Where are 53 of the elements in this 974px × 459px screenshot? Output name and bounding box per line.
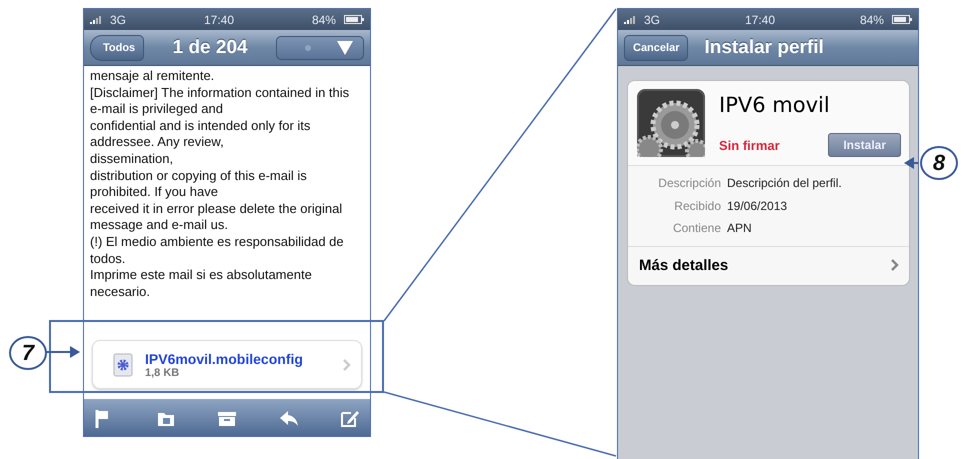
chevron-icon [891,259,899,271]
gear-file-icon [113,352,133,376]
message-text-line: e-mail is privileged and [90,101,224,118]
arrow [46,346,80,358]
signature-status: Sin firmar [719,138,780,152]
message-text-line: addressee. Any review, [90,134,225,151]
message-counter: 1 de 204 [172,36,249,58]
profile-name: IPV6 movil [719,92,831,117]
detail-label: Recibido [673,198,721,214]
detail-value: 19/06/2013 [727,198,788,214]
signal-icon [624,16,636,24]
attachment-name: IPV6movil.mobileconfig [145,350,304,366]
network-label: 3G [110,12,126,26]
battery-icon [892,15,912,24]
message-text-line: necesario. [90,284,151,300]
clock-time: 17:40 [744,12,775,26]
step-number: 7 [9,336,47,370]
message-text-line: dissemination, [90,150,174,168]
message-text-line: mensaje al remitente. [90,68,216,85]
detail-label: Descripción [657,175,721,192]
detail-value: APN [727,220,752,237]
clock-time: 17:40 [204,12,234,26]
message-text-line: Imprime este mail si es absolutamente [90,267,313,284]
more-details-row[interactable]: Más detalles [628,246,909,284]
screen-title: Instalar perfil [703,36,825,58]
dot-icon [303,42,313,52]
message-text-line: distribution or copying of this e-mail is [90,168,308,184]
install-button[interactable]: Instalar [828,133,901,157]
detail-value: Descripción del perfil. [727,175,842,192]
detail-label: Contiene [672,220,721,237]
message-text-line: (!) El medio ambiente es responsabilidad de [90,234,345,251]
message-navigation-control[interactable] [276,36,364,60]
cancel-button[interactable]: Cancelar [624,34,688,60]
battery-percent: 84% [860,12,884,26]
message-text-line: confidential and is intended only for its [90,118,312,134]
down-triangle-icon [337,40,353,54]
message-text-line: todos. [90,250,126,268]
more-details-label: Más detalles [639,256,728,274]
message-text-line: prohibited. If you have [90,184,219,201]
attachment-item[interactable]: IPV6movil.mobileconfig 1,8 KB [92,340,362,389]
gears-icon [637,89,705,157]
battery-percent: 84% [312,12,336,26]
chevron-icon [343,358,351,370]
battery-icon [344,15,364,24]
message-text-line: received it in error please delete the original [90,200,344,218]
message-text-line: message and e-mail us. [90,217,230,234]
step-number: 8 [920,146,958,180]
back-button[interactable]: Todos [90,34,144,60]
attachment-size: 1,8 KB [145,366,180,378]
arrow [904,157,918,169]
message-text-line: [Disclaimer] The information contained in this [90,84,350,102]
signal-icon [90,16,102,24]
network-label: 3G [644,12,660,26]
